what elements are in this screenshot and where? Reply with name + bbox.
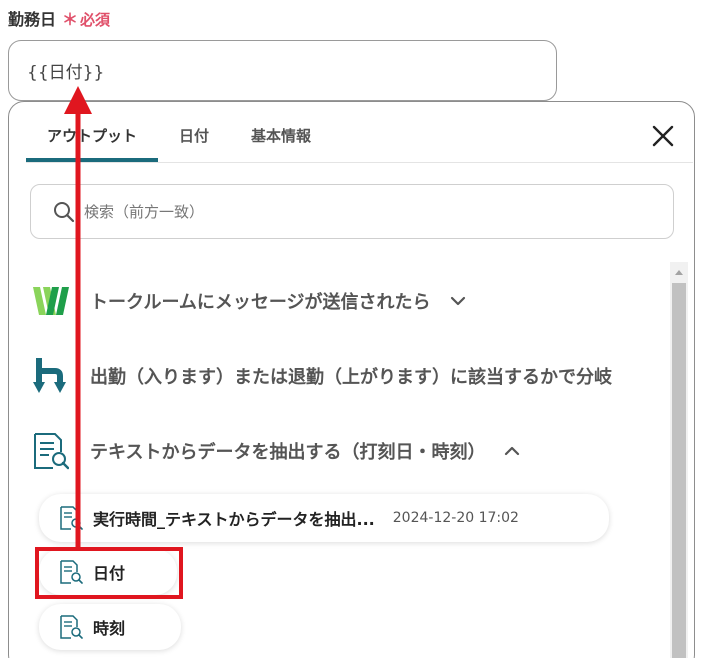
work-date-input[interactable] (8, 40, 557, 101)
tab-output[interactable]: アウトプット (26, 117, 159, 162)
section-title: トークルームにメッセージが送信されたら (90, 292, 431, 313)
chevron-up-icon (505, 446, 520, 456)
field-label: 勤務日 ＊ 必須 (8, 6, 110, 30)
tabs-divider (26, 162, 693, 163)
chip-label: 日付 (93, 564, 126, 583)
section-title: テキストからデータを抽出する（打刻日・時刻） (90, 442, 486, 463)
section-trigger[interactable]: トークルームにメッセージが送信されたら (33, 283, 467, 319)
w-logo-icon (33, 283, 69, 319)
output-chip-execution-time[interactable]: 実行時間_テキストからデータを抽出... 2024-12-20 17:02 (39, 494, 609, 542)
search-input[interactable] (84, 195, 654, 229)
close-icon (652, 125, 674, 147)
output-chip-time[interactable]: 時刻 (39, 604, 181, 650)
chip-date: 2024-12-20 17:02 (392, 510, 519, 526)
chevron-down-icon (450, 296, 465, 306)
document-search-icon (60, 560, 83, 584)
chip-label: 時刻 (93, 619, 126, 638)
scrollbar[interactable] (670, 262, 688, 658)
tab-date[interactable]: 日付 (158, 117, 230, 162)
document-search-icon (33, 433, 69, 470)
section-branch[interactable]: 出勤（入ります）または退勤（上がります）に該当するかで分岐 (33, 358, 612, 394)
search-icon (54, 202, 75, 223)
tab-bar: アウトプット 日付 基本情報 (26, 117, 332, 162)
document-search-icon (60, 506, 83, 530)
chip-label: 実行時間_テキストからデータを抽出... (93, 510, 375, 529)
section-extract[interactable]: テキストからデータを抽出する（打刻日・時刻） (33, 433, 521, 470)
search-box (30, 184, 674, 239)
tab-basic-info[interactable]: 基本情報 (230, 117, 332, 162)
scrollbar-thumb[interactable] (672, 283, 686, 658)
branch-icon (33, 358, 69, 394)
required-asterisk: ＊ (62, 10, 79, 29)
section-title: 出勤（入ります）または退勤（上がります）に該当するかで分岐 (90, 367, 612, 388)
document-search-icon (60, 615, 83, 639)
scroll-up-arrow-icon[interactable] (670, 262, 688, 282)
output-chip-date[interactable]: 日付 (39, 549, 177, 595)
field-label-text: 勤務日 (8, 10, 57, 29)
close-button[interactable] (648, 121, 678, 151)
required-label: 必須 (80, 11, 111, 29)
